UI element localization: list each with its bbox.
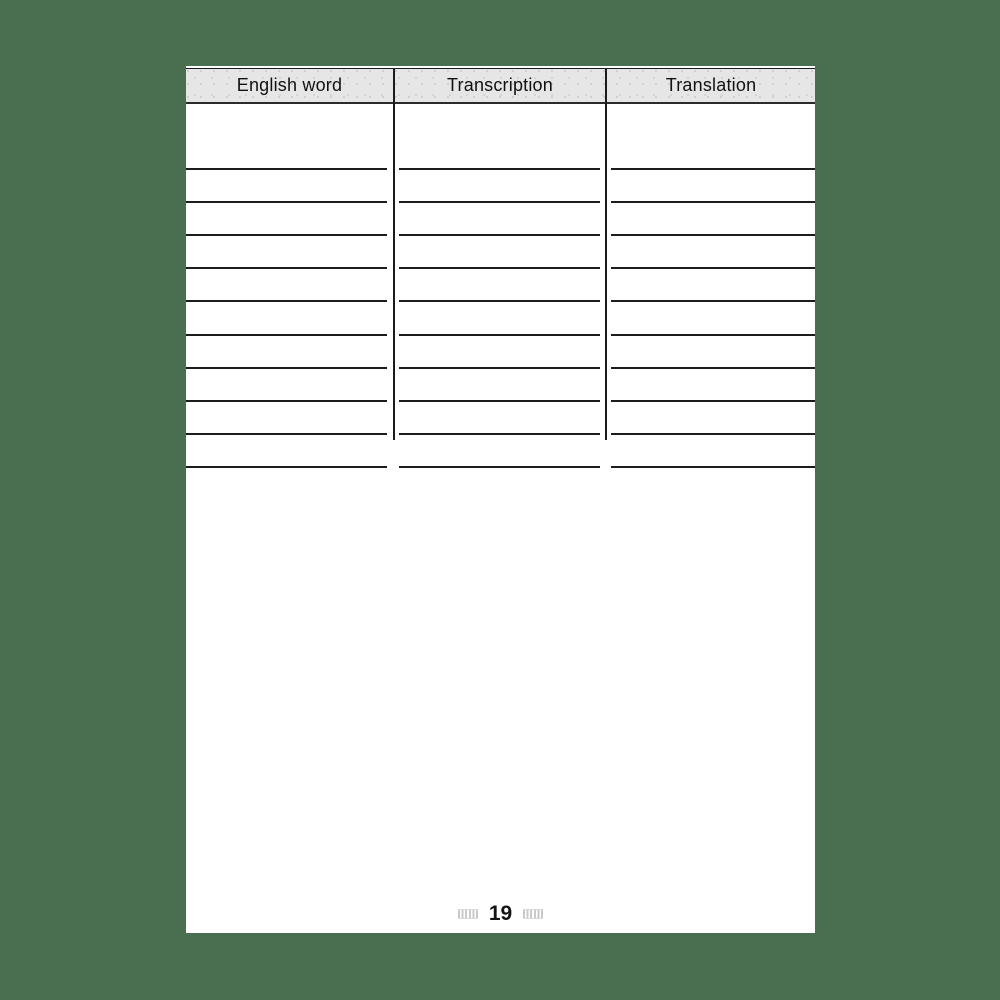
writing-line	[399, 267, 600, 270]
writing-line	[611, 300, 815, 303]
writing-line	[186, 267, 387, 270]
vocabulary-table: English word Transcription Translation	[186, 66, 815, 468]
worksheet-page: English word Transcription Translation 1…	[186, 66, 815, 933]
writing-line	[611, 333, 815, 336]
writing-line	[399, 432, 600, 435]
page-number: 19	[488, 902, 513, 925]
column-header-label: English word	[236, 75, 343, 95]
writing-line	[186, 234, 387, 237]
column-header-label: Translation	[665, 75, 757, 95]
writing-line	[186, 366, 387, 369]
writing-line	[611, 234, 815, 237]
writing-line	[186, 465, 387, 468]
column-divider-1	[393, 68, 395, 440]
writing-line	[399, 234, 600, 237]
writing-line	[186, 300, 387, 303]
writing-line	[186, 168, 387, 170]
hatch-ornament-icon-left	[457, 908, 478, 919]
writing-line	[611, 168, 815, 170]
screenshot-canvas: English word Transcription Translation 1…	[0, 0, 1000, 1000]
writing-line	[186, 333, 387, 336]
writing-line	[399, 333, 600, 336]
writing-line	[611, 366, 815, 369]
writing-line	[186, 201, 387, 204]
writing-line	[186, 432, 387, 435]
writing-line	[611, 465, 815, 468]
writing-line	[399, 366, 600, 369]
hatch-ornament-icon-right	[523, 908, 544, 919]
writing-line	[611, 267, 815, 270]
table-header-row: English word Transcription Translation	[186, 68, 815, 104]
column-header-english-word: English word	[186, 69, 393, 102]
column-header-translation: Translation	[605, 69, 815, 102]
writing-line	[399, 465, 600, 468]
column-header-label: Transcription	[447, 75, 553, 95]
writing-line	[399, 300, 600, 303]
writing-line	[399, 168, 600, 170]
writing-line	[611, 399, 815, 402]
writing-line	[611, 201, 815, 204]
column-divider-2	[605, 68, 607, 440]
writing-line	[399, 201, 600, 204]
column-header-transcription: Transcription	[393, 69, 605, 102]
writing-line	[611, 432, 815, 435]
page-footer: 19	[186, 903, 815, 924]
writing-line	[186, 399, 387, 402]
writing-line	[399, 399, 600, 402]
